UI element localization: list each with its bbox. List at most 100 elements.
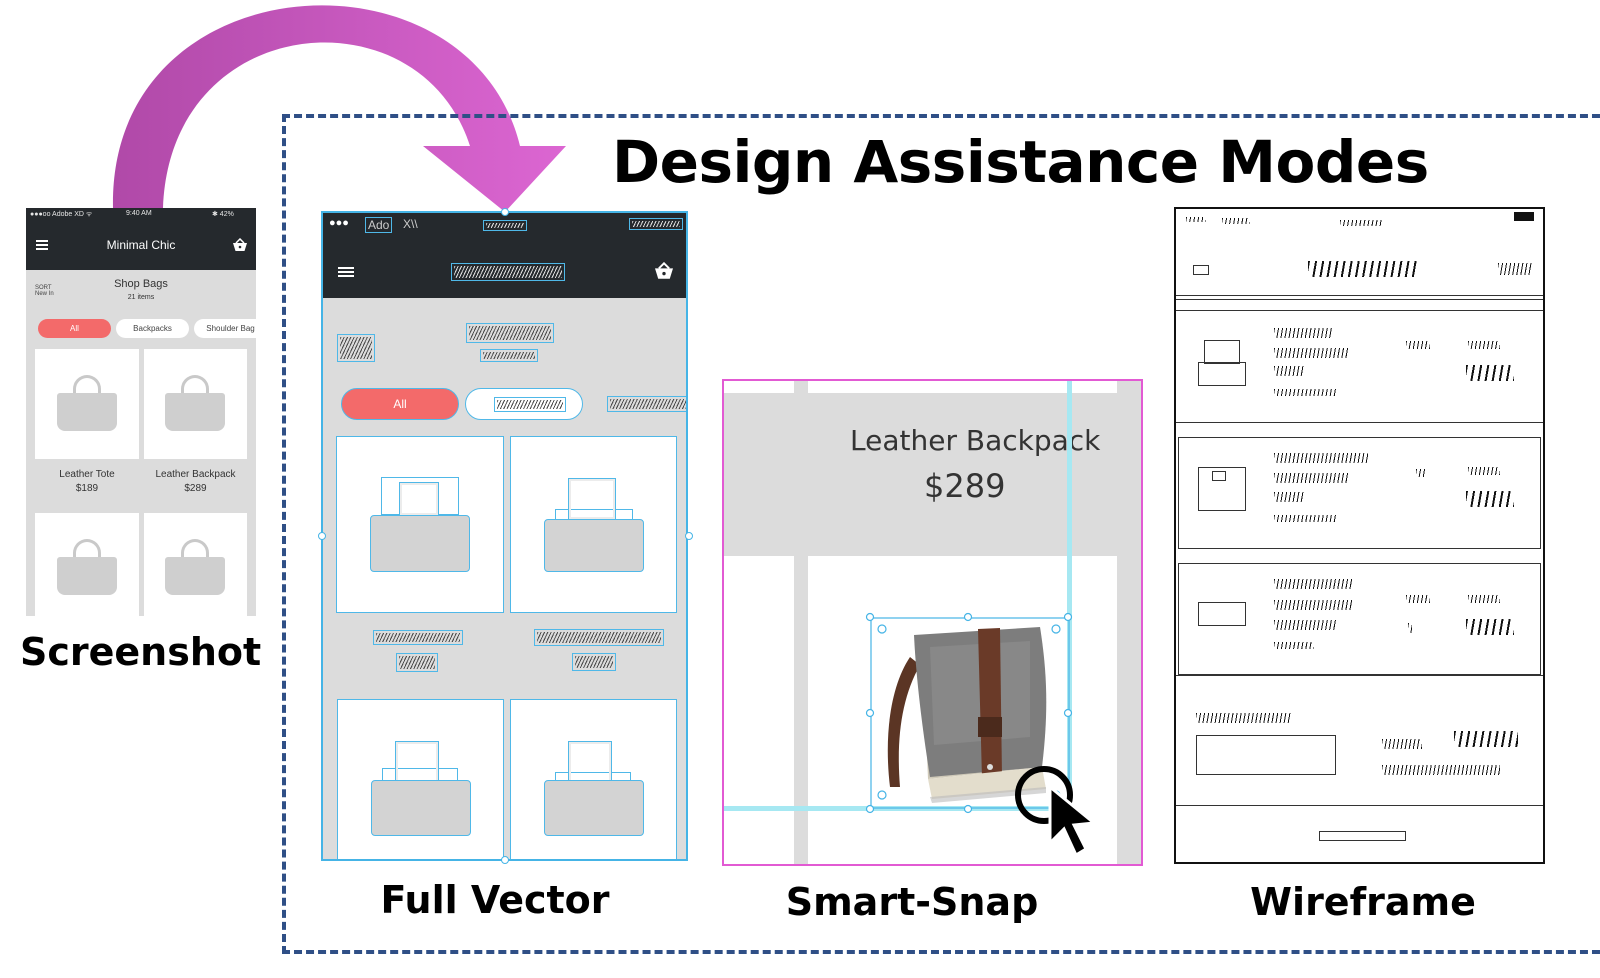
vector-time-placeholder [483,220,527,231]
product-card[interactable] [337,699,504,859]
wire-text [1274,642,1314,649]
wire-text [1468,595,1500,603]
app-title: Minimal Chic [106,238,176,252]
label-screenshot: Screenshot [20,630,262,674]
carrier-text: ●●●oo Adobe XD ᯤ [30,211,93,218]
pointer-cursor-icon [1015,766,1098,858]
wire-text [1274,492,1304,502]
wire-text [1274,579,1352,589]
vector-nav-bar: ●●● Ado X\\ [323,213,686,298]
resize-handle[interactable] [318,532,326,540]
wire-text [1408,623,1412,633]
wire-title [1308,261,1418,277]
price-placeholder [396,653,438,672]
count-placeholder [480,349,538,362]
product-card[interactable] [35,513,139,616]
name-placeholder [534,629,664,646]
filter-label-placeholder [494,397,566,412]
wire-text [1468,341,1500,349]
vector-status-text: X\\ [403,217,418,231]
snap-gutter [794,381,808,864]
full-vector-mode: ●●● Ado X\\ All [321,211,688,861]
item-count: 21 items [127,294,155,301]
product-price: $289 [184,483,207,494]
wire-divider [1176,675,1543,676]
wire-divider [1176,299,1543,300]
basket-icon[interactable] [232,238,248,252]
wire-button-box [1319,831,1406,841]
diagram-title: Design Assistance Modes [612,128,1429,196]
filter-backpacks[interactable]: Backpacks [116,319,189,338]
status-time: 9:40 AM [126,210,152,217]
wire-input-box [1196,735,1336,775]
sort-placeholder [337,334,375,362]
filter-all[interactable]: All [38,319,111,338]
menu-icon[interactable] [338,267,354,277]
wire-text [1454,731,1518,747]
filter-backpacks[interactable] [465,388,583,420]
wire-text [1186,217,1206,222]
product-price: $189 [75,483,99,494]
wire-image-box [1198,602,1246,626]
product-caption: Leather Tote $189 [35,468,139,496]
product-card[interactable] [144,349,247,459]
label-smart-snap: Smart-Snap [785,880,1039,924]
basket-icon[interactable] [653,262,675,280]
price-placeholder [572,653,616,671]
product-card[interactable] [144,513,247,616]
resize-handle[interactable] [685,532,693,540]
battery-text: ✱ 42% [212,211,234,218]
wire-image-box [1212,471,1226,481]
product-caption: Leather Backpack $289 [144,468,247,496]
wire-text [1274,473,1348,483]
wire-text [1274,328,1332,338]
product-card[interactable] [510,699,677,859]
vector-title-placeholder [451,263,565,281]
product-name: Leather Tote [59,469,115,480]
label-full-vector: Full Vector [380,878,610,922]
product-card[interactable] [510,436,677,613]
wire-text [1406,341,1430,349]
wire-divider [1176,422,1543,423]
filter-label-placeholder [607,396,686,412]
product-card[interactable] [35,349,139,459]
wire-text [1274,389,1338,396]
wire-battery [1514,212,1534,221]
filter-shoulder-bag[interactable]: Shoulder Bag [194,319,256,338]
wire-text [1274,620,1336,630]
product-card[interactable] [336,436,504,613]
vector-status-dots: ●●● [329,217,349,229]
wire-text [1274,515,1338,522]
wire-text [1466,491,1514,507]
wire-image-box [1204,340,1240,364]
filter-all[interactable]: All [341,388,459,420]
wire-menu-box [1193,265,1209,275]
wire-text [1196,713,1292,723]
resize-handle[interactable] [501,856,509,864]
product-price: $289 [924,467,1006,505]
smart-snap-mode: Leather Backpack $289 [722,379,1143,866]
wire-text [1274,348,1348,358]
vector-status-text: Ado [365,217,393,233]
page-title: Shop Bags [114,278,168,290]
product-name: Leather Backpack [155,469,236,480]
wire-text [1222,218,1250,224]
vector-battery-placeholder [629,218,683,230]
wire-divider [1176,310,1543,311]
wire-text [1406,595,1430,603]
wire-text [1274,453,1368,463]
wire-text [1274,366,1304,376]
wire-text [1340,220,1382,226]
wire-text [1498,263,1532,275]
status-bar: ●●●oo Adobe XD ᯤ 9:40 AM ✱ 42% [26,208,256,222]
wire-divider [1176,295,1543,296]
resize-handle[interactable] [501,208,509,216]
product-name: Leather Backpack [850,424,1101,457]
label-wireframe: Wireframe [1250,880,1476,924]
wire-divider [1176,805,1543,806]
wire-text [1416,469,1426,477]
phone-screenshot: ●●●oo Adobe XD ᯤ 9:40 AM ✱ 42% Minimal C… [26,208,256,616]
nav-bar: Minimal Chic [26,222,256,270]
wire-text [1382,765,1500,775]
name-placeholder [373,630,463,645]
